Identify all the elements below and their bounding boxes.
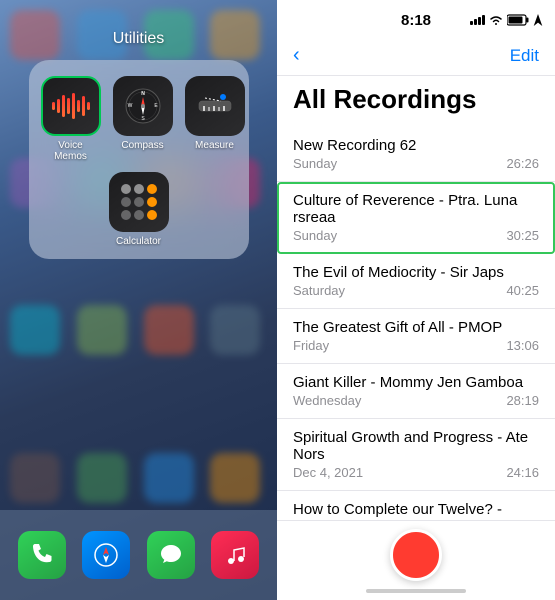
recording-item[interactable]: Giant Killer - Mommy Jen Gamboa Wednesda… [277, 364, 555, 419]
recording-title: Culture of Reverence - Ptra. Luna rsreaa [293, 192, 539, 226]
measure-svg [197, 88, 233, 124]
folder-title: Utilities [113, 30, 165, 48]
recording-item[interactable]: The Greatest Gift of All - PMOP Friday 1… [277, 309, 555, 364]
safari-dock-icon[interactable] [82, 531, 130, 579]
recording-title: How to Complete our Twelve? - Daddy Bar. [293, 501, 539, 520]
status-bar: 8:18 [277, 0, 555, 40]
measure-label: Measure [195, 140, 234, 151]
wifi-icon [489, 14, 503, 26]
recording-item-highlighted[interactable]: Culture of Reverence - Ptra. Luna rsreaa… [277, 182, 555, 254]
nav-bar: ‹ Edit [277, 40, 555, 76]
status-time: 8:18 [401, 12, 431, 29]
folder-second-row: Calculator [41, 172, 237, 247]
recording-duration: 28:19 [506, 393, 539, 408]
recording-meta: Wednesday 28:19 [293, 393, 539, 408]
utilities-folder[interactable]: Voice Memos N S W E [29, 60, 249, 259]
recording-date: Friday [293, 338, 329, 353]
recording-title: Giant Killer - Mommy Jen Gamboa [293, 374, 539, 391]
bottom-dock [0, 510, 277, 600]
recording-title: Spiritual Growth and Progress - Ate Nors [293, 429, 539, 463]
recording-item[interactable]: How to Complete our Twelve? - Daddy Bar.… [277, 491, 555, 520]
recording-duration: 24:16 [506, 465, 539, 480]
svg-text:N: N [141, 91, 145, 97]
bottom-bar [277, 520, 555, 600]
recording-meta: Sunday 30:25 [293, 228, 539, 243]
status-icons [470, 14, 543, 26]
page-title-section: All Recordings [277, 76, 555, 127]
calculator-label: Calculator [116, 236, 161, 247]
recording-duration: 13:06 [506, 338, 539, 353]
waveform-graphic [52, 91, 90, 121]
recording-duration: 40:25 [506, 283, 539, 298]
recordings-list[interactable]: New Recording 62 Sunday 26:26 Culture of… [277, 127, 555, 520]
recording-title: The Greatest Gift of All - PMOP [293, 319, 539, 336]
music-dock-icon[interactable] [211, 531, 259, 579]
recording-duration: 26:26 [506, 156, 539, 171]
compass-svg: N S W E [125, 88, 161, 124]
phone-dock-icon[interactable] [18, 531, 66, 579]
recording-date: Wednesday [293, 393, 361, 408]
voice-memos-icon [41, 76, 101, 136]
record-button[interactable] [390, 529, 442, 581]
recording-title: New Recording 62 [293, 137, 539, 154]
compass-app[interactable]: N S W E Compass [113, 76, 173, 162]
recording-date: Sunday [293, 156, 337, 171]
compass-label: Compass [121, 140, 163, 151]
calculator-grid [115, 178, 163, 226]
voice-memos-label: Voice Memos [41, 140, 101, 162]
calculator-icon [109, 172, 169, 232]
recording-meta: Saturday 40:25 [293, 283, 539, 298]
recording-date: Sunday [293, 228, 337, 243]
recording-title: The Evil of Mediocrity - Sir Japs [293, 264, 539, 281]
recording-duration: 30:25 [506, 228, 539, 243]
recording-item[interactable]: New Recording 62 Sunday 26:26 [277, 127, 555, 182]
battery-icon [507, 14, 529, 26]
compass-icon: N S W E [113, 76, 173, 136]
chevron-left-icon: ‹ [293, 44, 300, 67]
back-button[interactable]: ‹ [293, 44, 300, 67]
location-arrow-icon [533, 14, 543, 26]
recording-item[interactable]: The Evil of Mediocrity - Sir Japs Saturd… [277, 254, 555, 309]
recording-date: Saturday [293, 283, 345, 298]
recording-meta: Friday 13:06 [293, 338, 539, 353]
measure-icon [185, 76, 245, 136]
folder-grid: Voice Memos N S W E [41, 76, 237, 162]
home-screen: Utilities [0, 0, 277, 600]
signal-bars-icon [470, 15, 485, 25]
messages-dock-icon[interactable] [147, 531, 195, 579]
recording-meta: Sunday 26:26 [293, 156, 539, 171]
recording-date: Dec 4, 2021 [293, 465, 363, 480]
messages-svg [157, 541, 185, 569]
phone-svg [28, 541, 56, 569]
safari-svg [92, 541, 120, 569]
voice-memos-screen: 8:18 [277, 0, 555, 600]
page-title: All Recordings [293, 84, 539, 115]
home-indicator [366, 589, 466, 593]
recording-item[interactable]: Spiritual Growth and Progress - Ate Nors… [277, 419, 555, 491]
svg-text:W: W [127, 103, 132, 109]
recording-meta: Dec 4, 2021 24:16 [293, 465, 539, 480]
calculator-app[interactable]: Calculator [109, 172, 169, 247]
measure-app[interactable]: Measure [185, 76, 245, 162]
folder-background: Voice Memos N S W E [29, 60, 249, 259]
music-svg [221, 541, 249, 569]
edit-button[interactable]: Edit [510, 46, 539, 66]
voice-memos-app[interactable]: Voice Memos [41, 76, 101, 162]
